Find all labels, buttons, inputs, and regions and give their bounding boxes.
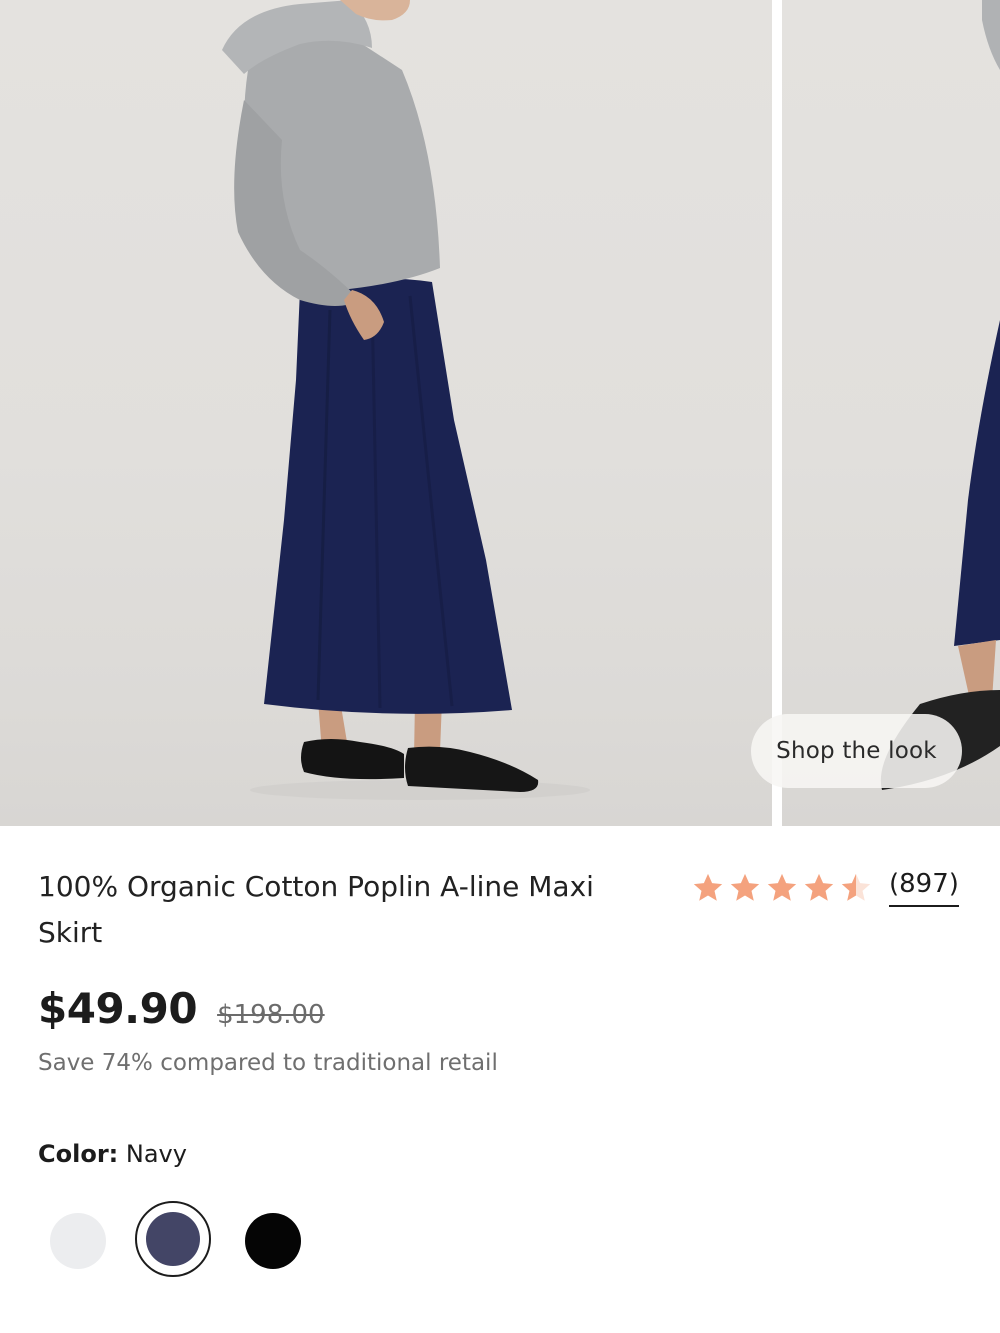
color-swatch-black[interactable] — [245, 1213, 301, 1269]
color-swatch-navy-fill — [146, 1212, 200, 1266]
selected-color-value: Navy — [125, 1140, 187, 1168]
savings-text: Save 74% compared to traditional retail — [38, 1050, 498, 1076]
star-half-icon — [841, 873, 871, 901]
star-full-icon — [767, 873, 797, 901]
color-swatch-navy[interactable] — [135, 1201, 211, 1277]
product-image-2[interactable] — [782, 0, 1000, 826]
product-rating[interactable]: (897) — [691, 866, 959, 910]
star-full-icon — [730, 873, 760, 901]
product-image-gallery[interactable]: Shop the look — [0, 0, 1000, 826]
color-label: Color: Navy — [38, 1140, 187, 1168]
color-label-key: Color: — [38, 1140, 119, 1168]
model-photo-illustration-partial — [880, 0, 1000, 790]
star-full-icon — [693, 873, 723, 901]
sale-price: $49.90 — [38, 984, 198, 1033]
product-title: 100% Organic Cotton Poplin A-line Maxi S… — [38, 870, 594, 949]
product-image-1[interactable] — [0, 0, 772, 826]
shop-the-look-button[interactable]: Shop the look — [751, 714, 962, 788]
review-count-link[interactable]: (897) — [889, 869, 959, 907]
star-full-icon — [804, 873, 834, 901]
price-row: $49.90 $198.00 — [38, 984, 325, 1033]
rating-stars — [691, 871, 873, 905]
color-swatch-white[interactable] — [50, 1213, 106, 1269]
model-photo-illustration — [222, 0, 590, 800]
original-price: $198.00 — [217, 1000, 325, 1030]
